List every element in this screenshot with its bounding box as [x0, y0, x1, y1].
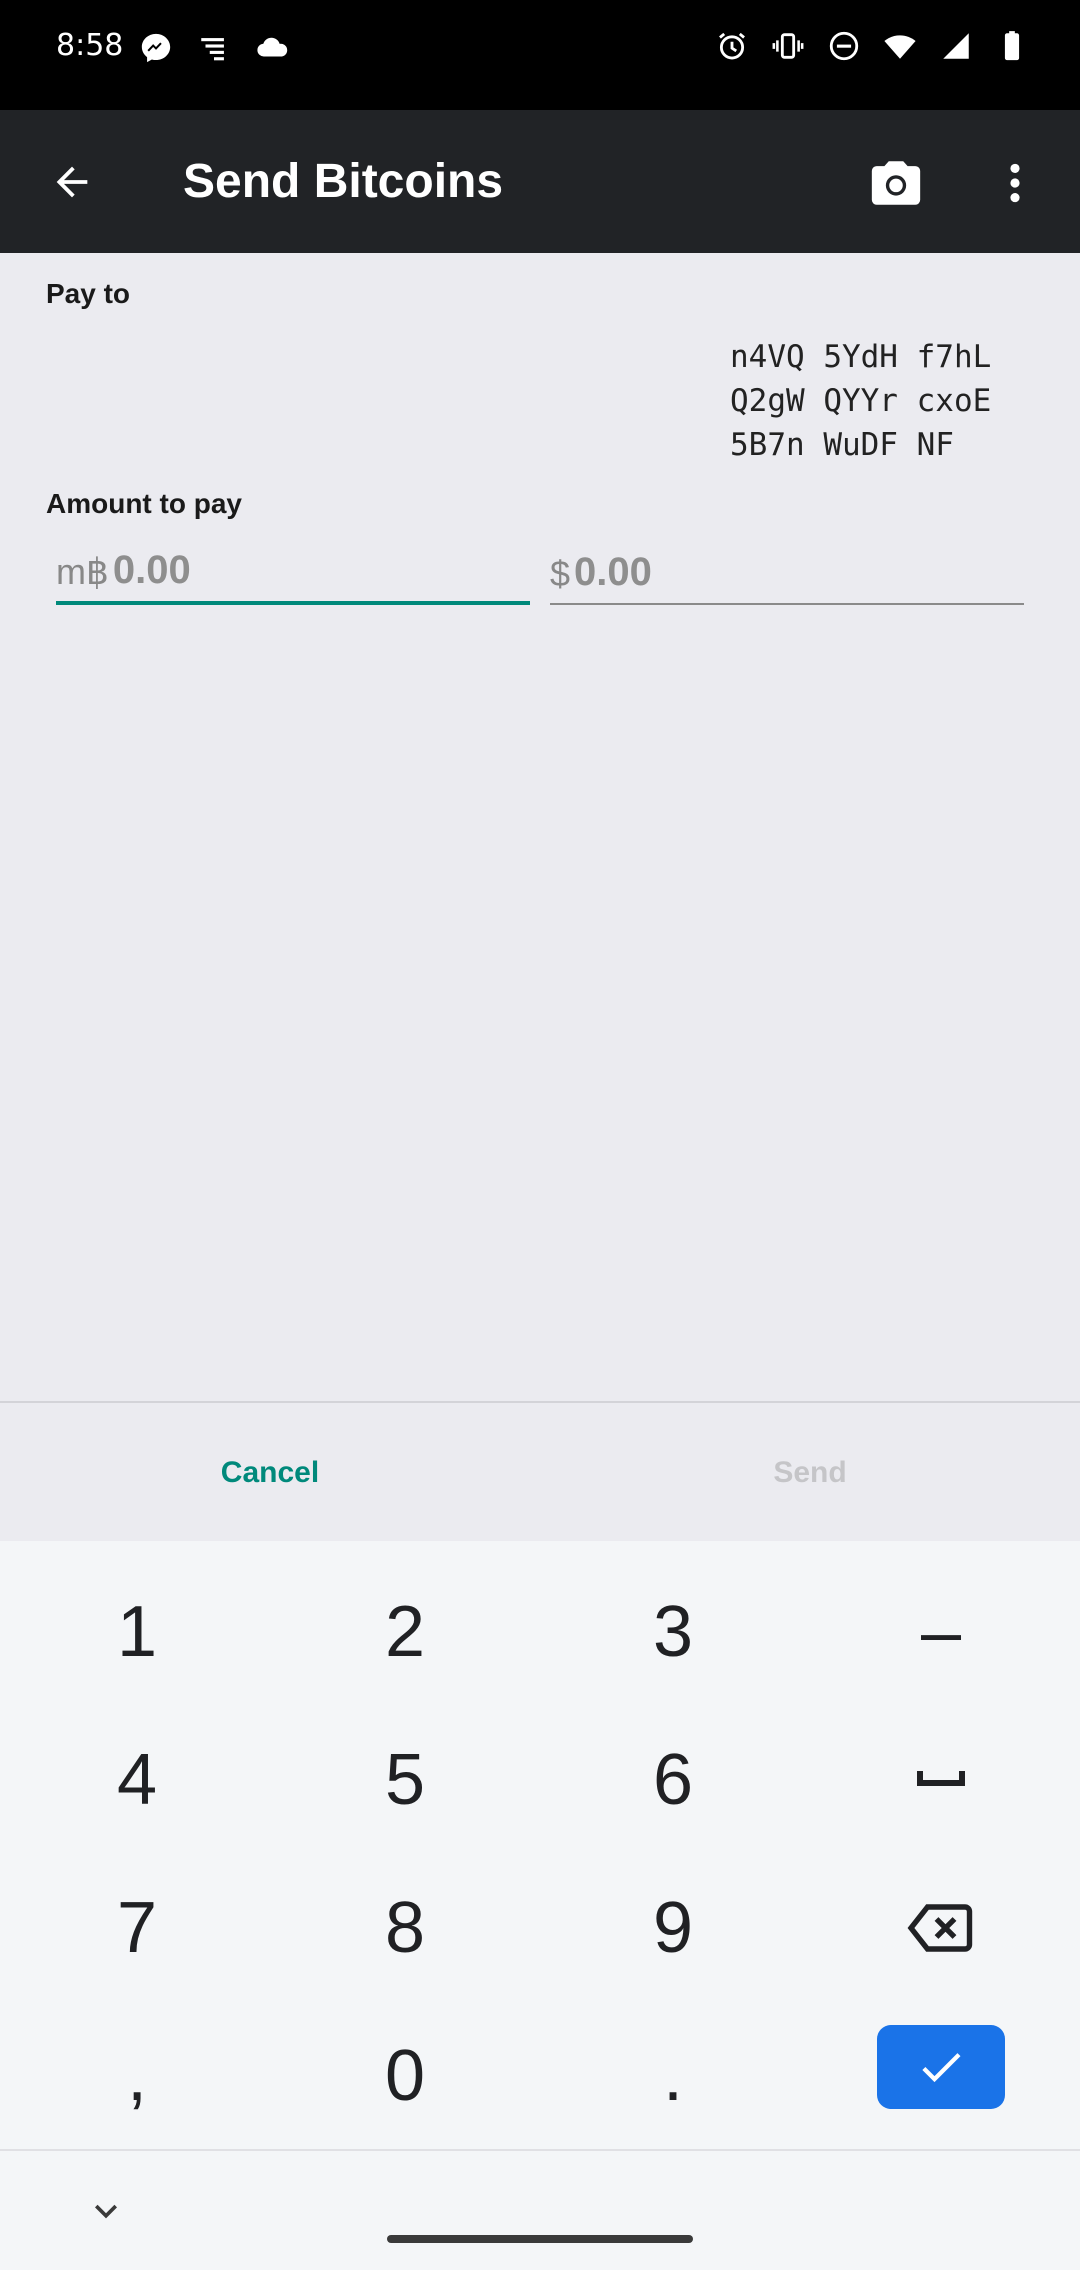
backspace-icon [907, 1904, 973, 1952]
fiat-unit: $ [550, 553, 571, 594]
btc-amount-field[interactable]: m฿ 0.00 [56, 545, 530, 605]
status-time: 8:58 [56, 28, 124, 63]
btc-amount-value: 0.00 [112, 548, 191, 592]
numeric-keyboard: 1 2 3 – 4 5 6 7 8 9 , 0 . [0, 1541, 1080, 2149]
key-1[interactable]: 1 [2, 1558, 272, 1706]
key-2[interactable]: 2 [270, 1558, 540, 1706]
key-backspace[interactable] [806, 1854, 1076, 2002]
key-minus[interactable]: – [806, 1558, 1076, 1706]
address-line: Q2gW QYYr cxoE [730, 383, 992, 419]
app-bar: Send Bitcoins [0, 110, 1080, 253]
status-left-icons [138, 30, 290, 66]
status-right-icons [714, 28, 1030, 64]
signal-icon [938, 28, 974, 64]
navigation-bar [0, 2149, 1080, 2270]
more-vert-icon [1010, 163, 1020, 203]
fiat-amount-field[interactable]: $ 0.00 [550, 545, 1024, 605]
arrow-back-icon [56, 166, 88, 198]
btc-unit: m฿ [56, 551, 109, 592]
camera-icon [871, 161, 921, 205]
wifi-icon [882, 28, 918, 64]
key-7[interactable]: 7 [2, 1854, 272, 2002]
pay-to-label: Pay to [46, 278, 131, 309]
home-gesture-bar[interactable] [387, 2235, 693, 2243]
status-bar: 8:58 [0, 0, 1080, 110]
key-done[interactable] [877, 2025, 1005, 2109]
key-comma[interactable]: , [2, 2002, 272, 2150]
notification-list-icon [196, 30, 232, 66]
page-title: Send Bitcoins [183, 155, 504, 208]
hide-keyboard-button[interactable] [78, 2183, 134, 2239]
messenger-icon [138, 30, 174, 66]
address-line: n4VQ 5YdH f7hL [730, 339, 992, 375]
recipient-address[interactable]: n4VQ 5YdH f7hL Q2gW QYYr cxoE 5B7n WuDF … [730, 335, 1020, 467]
chevron-down-icon [95, 2204, 117, 2219]
check-icon [922, 2053, 961, 2083]
overflow-menu-button[interactable] [980, 148, 1050, 218]
key-9[interactable]: 9 [538, 1854, 808, 2002]
key-6[interactable]: 6 [538, 1706, 808, 1854]
back-button[interactable] [36, 146, 108, 218]
vibrate-icon [770, 28, 806, 64]
key-5[interactable]: 5 [270, 1706, 540, 1854]
action-bar: Cancel Send [0, 1401, 1080, 1541]
alarm-icon [714, 28, 750, 64]
address-line: 5B7n WuDF NF [730, 427, 954, 463]
key-3[interactable]: 3 [538, 1558, 808, 1706]
amount-label: Amount to pay [46, 488, 242, 519]
cancel-button[interactable]: Cancel [0, 1403, 540, 1543]
key-8[interactable]: 8 [270, 1854, 540, 2002]
cloud-icon [254, 30, 290, 66]
battery-icon [994, 28, 1030, 64]
send-button[interactable]: Send [540, 1403, 1080, 1543]
fiat-amount-value: 0.00 [574, 550, 652, 594]
key-period[interactable]: . [538, 2002, 808, 2150]
scan-qr-camera-button[interactable] [856, 148, 936, 218]
key-space[interactable] [806, 1706, 1076, 1854]
dnd-icon [826, 28, 862, 64]
key-4[interactable]: 4 [2, 1706, 272, 1854]
space-bar-icon [917, 1771, 965, 1786]
key-0[interactable]: 0 [270, 2002, 540, 2150]
send-form: Pay to n4VQ 5YdH f7hL Q2gW QYYr cxoE 5B7… [0, 253, 1080, 1401]
